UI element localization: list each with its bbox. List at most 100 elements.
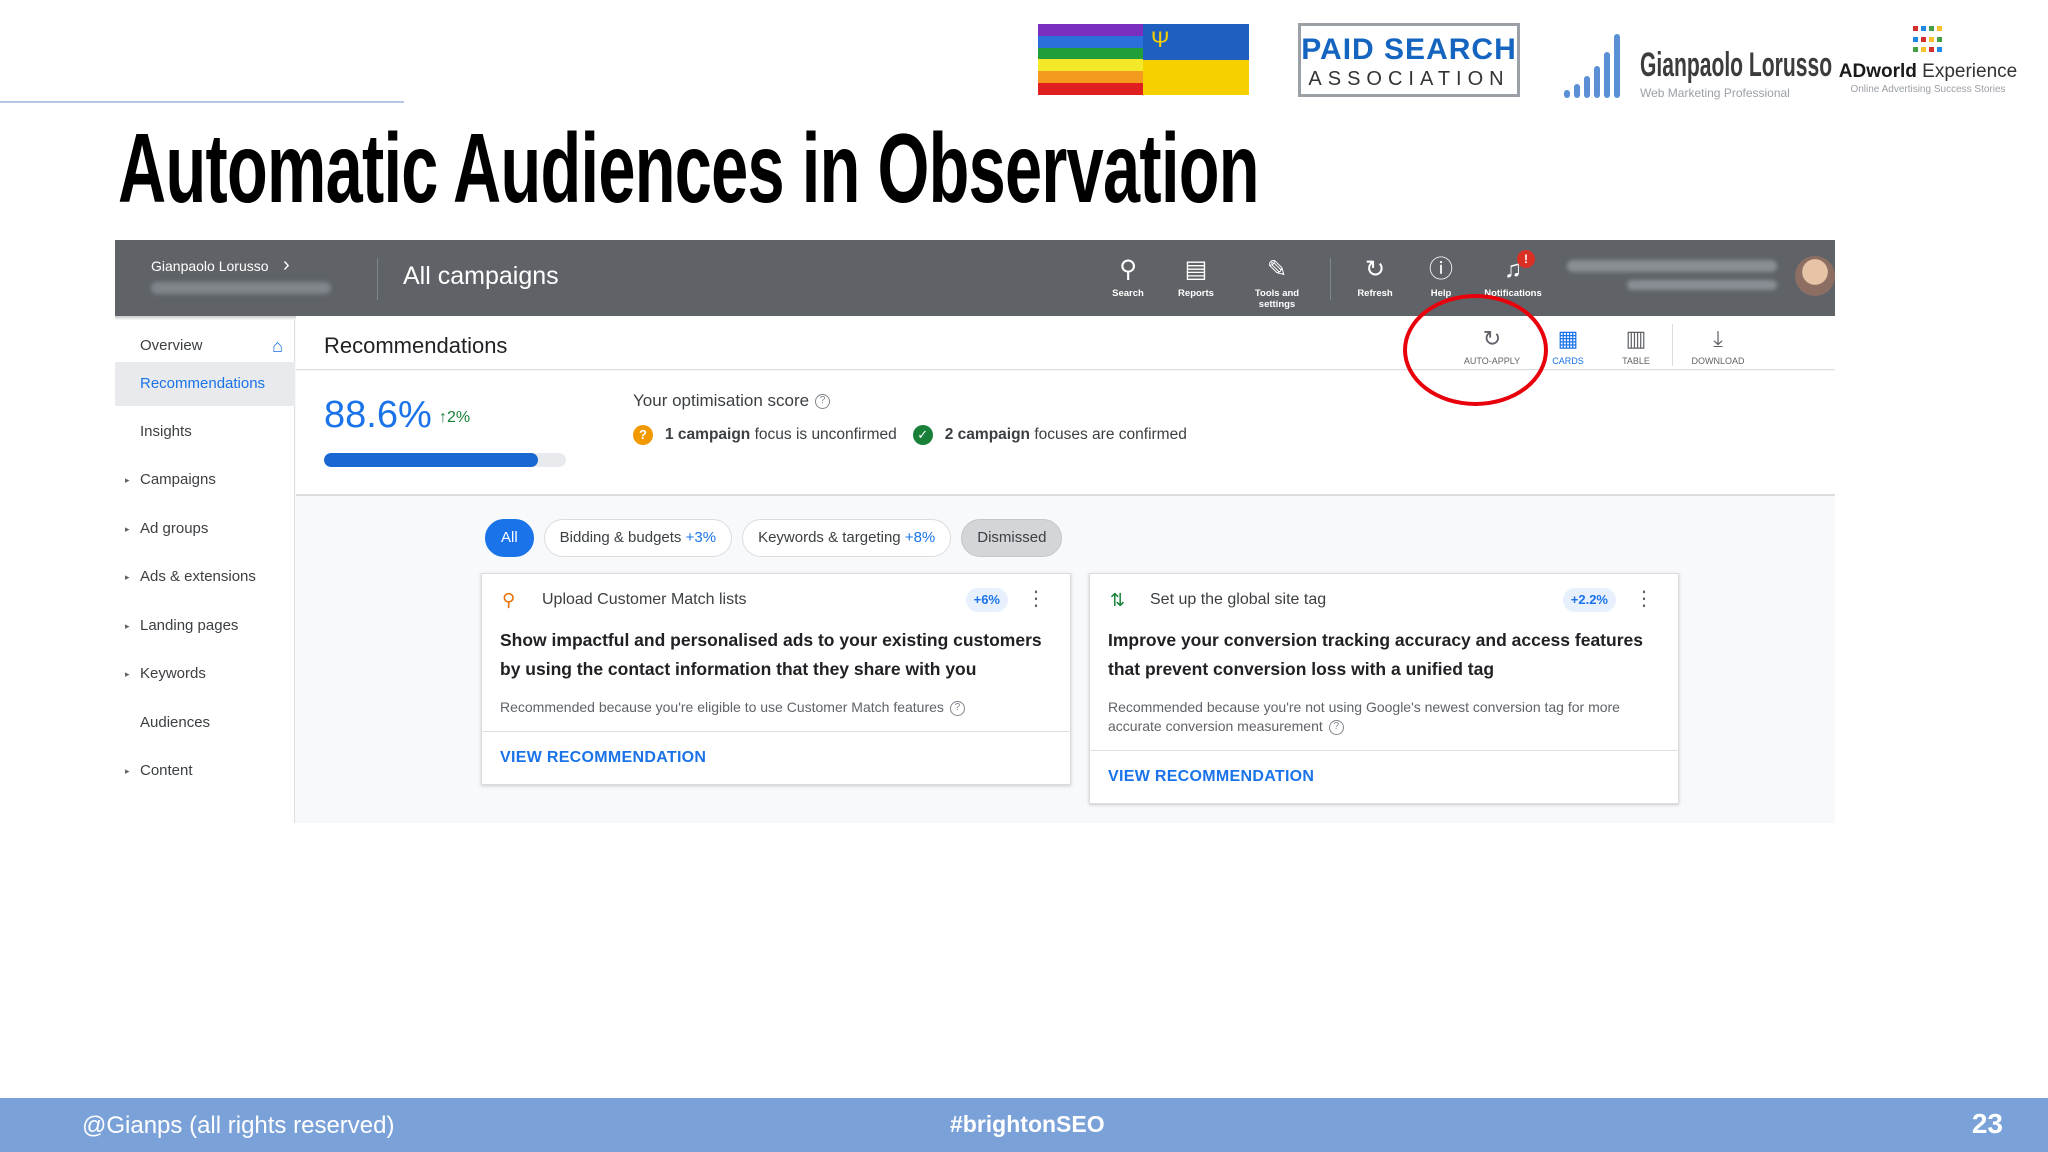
refresh-icon: ↻ <box>1364 256 1386 283</box>
ads-top-bar: Gianpaolo Lorusso › All campaigns ⚲ Sear… <box>115 240 1835 316</box>
chip-uplift: +8% <box>904 529 936 546</box>
tools-tool-label: Tools and settings <box>1254 288 1300 310</box>
sidebar-item-label: Recommendations <box>140 375 266 392</box>
expand-caret-icon: ▸ <box>125 766 130 776</box>
divider <box>1330 258 1331 300</box>
sidebar-item-label: Keywords <box>140 665 206 682</box>
gianpaolo-logo-name: Gianpaolo Lorusso <box>1640 46 1833 84</box>
view-recommendation-button[interactable]: VIEW RECOMMENDATION <box>482 732 1070 784</box>
psa-line1: PAID SEARCH <box>1301 33 1517 66</box>
optimisation-score-panel: 88.6% ↑2% Your optimisation score? ? 1 c… <box>296 371 1835 496</box>
unconfirmed-count: 1 campaign <box>665 426 751 443</box>
confirmed-status[interactable]: 2 campaign focuses are confirmed <box>945 426 1187 444</box>
card-title: Set up the global site tag <box>1150 591 1327 608</box>
sidebar-item-label: Content <box>140 762 193 779</box>
header-rule <box>0 101 404 103</box>
score-value: 88.6% <box>324 394 432 436</box>
reports-tool-label: Reports <box>1178 288 1214 299</box>
campaign-focus-status: ? 1 campaign focus is unconfirmed ✓ 2 ca… <box>633 425 1187 445</box>
sidebar-item-recommendations[interactable]: Recommendations <box>115 362 295 406</box>
reports-tool[interactable]: ▤ Reports <box>1158 256 1234 299</box>
table-view-button[interactable]: ▥ TABLE <box>1604 326 1668 367</box>
blurred-user-email <box>1627 280 1777 290</box>
sidebar-item-audiences[interactable]: Audiences <box>115 701 295 745</box>
blurred-account-id <box>151 282 331 294</box>
sidebar-item-label: Ad groups <box>140 520 209 537</box>
sidebar-item-campaigns[interactable]: ▸ Campaigns <box>115 458 295 502</box>
more-vert-icon[interactable]: ⋮ <box>1634 588 1654 610</box>
sidebar-item-ad-groups[interactable]: ▸ Ad groups <box>115 507 295 551</box>
sidebar-item-keywords[interactable]: ▸ Keywords <box>115 652 295 696</box>
help-circle-icon[interactable]: ? <box>815 394 831 410</box>
page-title: All campaigns <box>403 262 559 290</box>
confirmed-text: focuses are confirmed <box>1030 426 1187 443</box>
account-name[interactable]: Gianpaolo Lorusso <box>151 258 269 274</box>
reports-icon: ▤ <box>1184 256 1208 283</box>
refresh-tool[interactable]: ↻ Refresh <box>1337 256 1413 299</box>
avatar[interactable] <box>1795 256 1835 296</box>
sidebar-item-label: Audiences <box>140 714 211 731</box>
sidebar-item-label: Overview <box>140 337 203 354</box>
download-button[interactable]: ⤓ DOWNLOAD <box>1686 326 1750 367</box>
score-progress-fill <box>324 453 539 467</box>
tools-settings-tool[interactable]: ✎ Tools and settings <box>1239 256 1315 310</box>
score-progress-bar <box>324 453 566 467</box>
expand-caret-icon: ▸ <box>125 475 130 485</box>
section-title: Recommendations <box>324 333 508 358</box>
left-nav: Overview ⌂ Recommendations Insights ▸ Ca… <box>115 320 295 823</box>
card-reason-text: Recommended because you're eligible to u… <box>500 699 944 715</box>
filter-chip-bidding-budgets[interactable]: Bidding & budgets +3% <box>543 519 733 557</box>
slide-title: Automatic Audiences in Observation <box>118 113 1260 223</box>
blurred-user-name <box>1567 260 1777 272</box>
sidebar-item-landing-pages[interactable]: ▸ Landing pages <box>115 604 295 648</box>
sidebar-item-insights[interactable]: Insights <box>115 410 295 454</box>
uplift-badge: +2.2% <box>1562 588 1616 612</box>
search-tool[interactable]: ⚲ Search <box>1090 256 1166 299</box>
optimisation-score-title: Your optimisation score? <box>633 391 831 411</box>
paid-search-association-logo: PAID SEARCH ASSOCIATION <box>1298 23 1520 97</box>
filter-chip-keywords-targeting[interactable]: Keywords & targeting +8% <box>742 519 952 557</box>
warning-icon: ? <box>633 425 653 445</box>
more-vert-icon[interactable]: ⋮ <box>1026 588 1046 610</box>
filter-chip-all[interactable]: All <box>485 519 534 557</box>
highlight-circle <box>1403 294 1548 406</box>
confirmed-count: 2 campaign <box>944 426 1031 443</box>
adworld-name-bold: ADworld <box>1838 61 1917 82</box>
filter-chips: All Bidding & budgets +3% Keywords & tar… <box>485 519 1063 557</box>
table-label: TABLE <box>1622 356 1650 366</box>
unconfirmed-status[interactable]: 1 campaign focus is unconfirmed <box>665 426 897 444</box>
magnifier-icon: ⚲ <box>502 590 516 610</box>
footer-copyright: @Gianps (all rights reserved) <box>82 1112 395 1139</box>
filter-chip-dismissed[interactable]: Dismissed <box>961 519 1063 557</box>
view-recommendation-button[interactable]: VIEW RECOMMENDATION <box>1090 751 1678 803</box>
card-reason: Recommended because you're eligible to u… <box>482 684 1070 732</box>
help-tool[interactable]: ⓘ Help <box>1403 256 1479 299</box>
recommendations-header: Recommendations ↻ AUTO-APPLY ▦ CARDS ▥ T… <box>296 316 1835 370</box>
sidebar-item-content[interactable]: ▸ Content <box>115 749 295 793</box>
chevron-right-icon[interactable]: › <box>283 254 290 277</box>
chip-label: Bidding & budgets <box>559 529 682 546</box>
help-circle-icon[interactable]: ? <box>949 700 965 716</box>
card-description: Show impactful and personalised ads to y… <box>500 630 1042 679</box>
optimisation-score-label: Your optimisation score <box>633 391 810 410</box>
sidebar-item-label: Landing pages <box>140 617 239 634</box>
help-icon: ⓘ <box>1429 256 1453 283</box>
refresh-tool-label: Refresh <box>1357 288 1393 299</box>
adworld-sub: Online Advertising Success Stories <box>1850 84 2006 95</box>
recommendation-card: ⇅ Set up the global site tag +2.2% ⋮ Imp… <box>1089 573 1679 804</box>
search-tool-label: Search <box>1112 288 1144 299</box>
adworld-experience-logo: ADworld Experience Online Advertising Su… <box>1838 26 2018 102</box>
wrench-icon: ✎ <box>1266 256 1288 283</box>
card-reason-text: Recommended because you're not using Goo… <box>1108 699 1620 734</box>
expand-caret-icon: ▸ <box>125 524 130 534</box>
chip-label: Keywords & targeting <box>758 529 901 546</box>
sort-arrows-icon: ⇅ <box>1110 590 1126 610</box>
notifications-tool[interactable]: ♫ Notifications <box>1475 256 1551 299</box>
gianpaolo-lorusso-logo: Gianpaolo Lorusso Web Marketing Professi… <box>1564 22 1832 102</box>
sidebar-item-ads-extensions[interactable]: ▸ Ads & extensions <box>115 555 295 599</box>
bell-icon: ♫ <box>1504 256 1522 283</box>
help-circle-icon[interactable]: ? <box>1328 719 1344 735</box>
sidebar-item-label: Ads & extensions <box>140 568 256 585</box>
slide-footer: @Gianps (all rights reserved) #brightonS… <box>0 1098 2048 1152</box>
footer-hashtag: #brightonSEO <box>950 1111 1105 1137</box>
